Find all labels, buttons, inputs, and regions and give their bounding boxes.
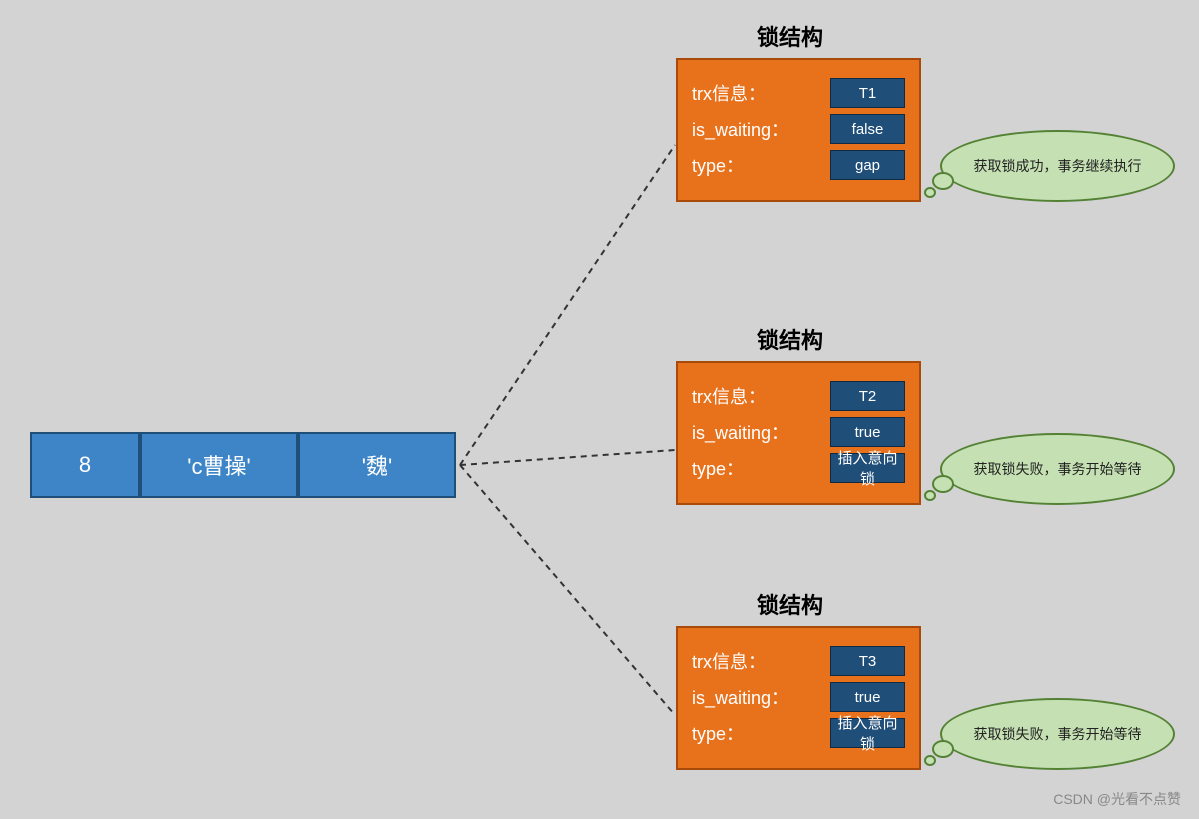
lock-label-waiting: is_waiting： bbox=[692, 116, 789, 142]
lock-label-waiting: is_waiting： bbox=[692, 684, 789, 710]
lock-row-waiting: is_waiting： true bbox=[692, 682, 905, 712]
record-row: 8 'c曹操' '魏' bbox=[30, 432, 456, 498]
lock-value-trx: T3 bbox=[830, 646, 905, 676]
lock-row-trx: trx信息： T2 bbox=[692, 381, 905, 411]
lock-value-waiting: false bbox=[830, 114, 905, 144]
watermark: CSDN @光看不点赞 bbox=[1053, 789, 1181, 809]
lock-label-trx: trx信息： bbox=[692, 383, 766, 409]
bubble-1: 获取锁成功，事务继续执行 bbox=[940, 130, 1175, 202]
lock-label-waiting: is_waiting： bbox=[692, 419, 789, 445]
lock-value-trx: T1 bbox=[830, 78, 905, 108]
lock-value-type: 插入意向锁 bbox=[830, 718, 905, 748]
lock-label-trx: trx信息： bbox=[692, 80, 766, 106]
lock-label-type: type： bbox=[692, 720, 744, 746]
lock-box-3: trx信息： T3 is_waiting： true type： 插入意向锁 bbox=[676, 626, 921, 770]
lock-row-type: type： 插入意向锁 bbox=[692, 453, 905, 483]
record-cell-kingdom: '魏' bbox=[298, 432, 456, 498]
lock-title-3: 锁结构 bbox=[757, 588, 823, 620]
lock-row-waiting: is_waiting： false bbox=[692, 114, 905, 144]
connector-lines bbox=[0, 0, 1199, 819]
lock-value-waiting: true bbox=[830, 417, 905, 447]
lock-box-2: trx信息： T2 is_waiting： true type： 插入意向锁 bbox=[676, 361, 921, 505]
lock-row-trx: trx信息： T1 bbox=[692, 78, 905, 108]
lock-label-trx: trx信息： bbox=[692, 648, 766, 674]
record-cell-name: 'c曹操' bbox=[140, 432, 298, 498]
lock-title-2: 锁结构 bbox=[757, 323, 823, 355]
lock-row-trx: trx信息： T3 bbox=[692, 646, 905, 676]
bubble-2: 获取锁失败，事务开始等待 bbox=[940, 433, 1175, 505]
lock-label-type: type： bbox=[692, 455, 744, 481]
lock-label-type: type： bbox=[692, 152, 744, 178]
bubble-3: 获取锁失败，事务开始等待 bbox=[940, 698, 1175, 770]
lock-value-type: 插入意向锁 bbox=[830, 453, 905, 483]
lock-row-type: type： 插入意向锁 bbox=[692, 718, 905, 748]
lock-row-waiting: is_waiting： true bbox=[692, 417, 905, 447]
lock-row-type: type： gap bbox=[692, 150, 905, 180]
lock-value-type: gap bbox=[830, 150, 905, 180]
record-cell-id: 8 bbox=[30, 432, 140, 498]
lock-box-1: trx信息： T1 is_waiting： false type： gap bbox=[676, 58, 921, 202]
lock-value-trx: T2 bbox=[830, 381, 905, 411]
lock-title-1: 锁结构 bbox=[757, 20, 823, 52]
lock-value-waiting: true bbox=[830, 682, 905, 712]
